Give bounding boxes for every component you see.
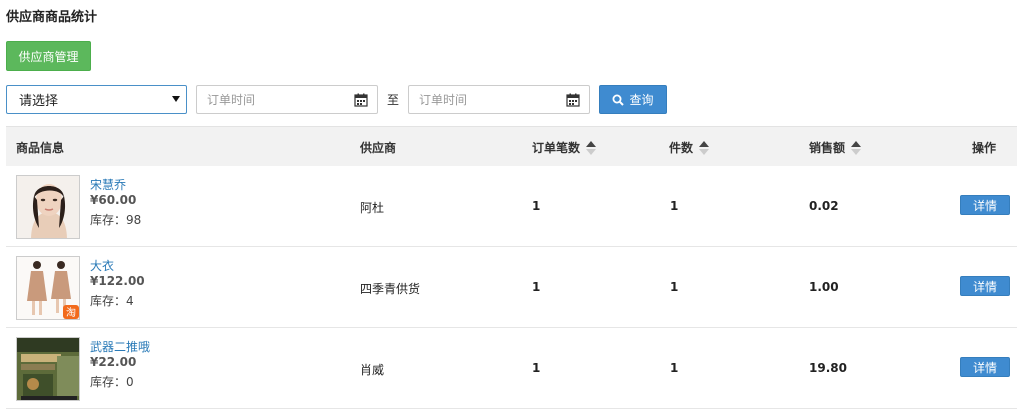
sort-icon[interactable] <box>699 140 710 155</box>
orders-cell: 1 <box>532 280 541 294</box>
header-quantity-label: 件数 <box>669 141 694 155</box>
supplier-select[interactable]: 请选择 <box>6 85 187 114</box>
calendar-icon[interactable] <box>566 93 580 107</box>
header-product: 商品信息 <box>16 139 64 156</box>
header-actions: 操作 <box>972 139 996 156</box>
supplier-cell: 四季青供货 <box>360 282 421 296</box>
header-supplier: 供应商 <box>360 139 396 156</box>
search-button-label: 查询 <box>629 93 654 107</box>
product-price: ¥122.00 <box>90 274 145 288</box>
product-thumbnail[interactable]: 淘 <box>16 256 80 320</box>
product-name-link[interactable]: 大衣 <box>90 257 114 274</box>
product-thumbnail[interactable] <box>16 175 80 239</box>
product-price: ¥22.00 <box>90 355 137 369</box>
table-row: 武器二推哦 ¥22.00 库存：0 肖威 1 1 19.80 详情 <box>6 328 1017 409</box>
product-stock: 库存：4 <box>90 294 134 308</box>
quantity-cell: 1 <box>670 199 679 213</box>
product-price: ¥60.00 <box>90 193 137 207</box>
header-product-label: 商品信息 <box>16 141 65 155</box>
header-actions-label: 操作 <box>972 141 997 155</box>
search-button[interactable]: 查询 <box>599 85 667 114</box>
product-name-link[interactable]: 宋慧乔 <box>90 176 126 193</box>
search-icon <box>612 94 625 106</box>
product-thumbnail[interactable] <box>16 337 80 401</box>
product-name-link[interactable]: 武器二推哦 <box>90 338 150 355</box>
supplier-select-value: 请选择 <box>19 94 59 109</box>
chevron-down-icon <box>172 96 180 102</box>
product-stock: 库存：0 <box>90 375 134 389</box>
orders-cell: 1 <box>532 361 541 375</box>
svg-text:淘: 淘 <box>66 306 76 319</box>
date-to-placeholder: 订单时间 <box>419 93 468 107</box>
header-sales[interactable]: 销售额 <box>809 139 862 156</box>
order-date-to-input[interactable]: 订单时间 <box>408 85 590 114</box>
supplier-cell: 肖威 <box>360 363 385 377</box>
calendar-icon[interactable] <box>354 93 368 107</box>
detail-button[interactable]: 详情 <box>960 276 1010 296</box>
header-supplier-label: 供应商 <box>360 141 397 155</box>
supplier-cell: 阿杜 <box>360 201 385 215</box>
table-row: 淘 大衣 ¥122.00 库存：4 四季青供货 1 1 1.00 详情 <box>6 247 1017 328</box>
sort-icon[interactable] <box>586 140 597 155</box>
date-from-placeholder: 订单时间 <box>207 93 256 107</box>
sales-cell: 19.80 <box>809 361 847 375</box>
table-header: 商品信息 供应商 订单笔数 件数 销售额 操作 <box>6 126 1017 166</box>
sales-cell: 1.00 <box>809 280 839 294</box>
header-sales-label: 销售额 <box>809 141 846 155</box>
table-row: 宋慧乔 ¥60.00 库存：98 阿杜 1 1 0.02 详情 <box>6 166 1017 247</box>
header-orders[interactable]: 订单笔数 <box>532 139 597 156</box>
quantity-cell: 1 <box>670 280 679 294</box>
order-date-from-input[interactable]: 订单时间 <box>196 85 378 114</box>
header-orders-label: 订单笔数 <box>532 141 581 155</box>
sort-icon[interactable] <box>851 140 862 155</box>
sales-cell: 0.02 <box>809 199 839 213</box>
detail-button[interactable]: 详情 <box>960 195 1010 215</box>
product-stock: 库存：98 <box>90 213 142 227</box>
detail-button[interactable]: 详情 <box>960 357 1010 377</box>
quantity-cell: 1 <box>670 361 679 375</box>
orders-cell: 1 <box>532 199 541 213</box>
supplier-manage-button[interactable]: 供应商管理 <box>6 41 91 71</box>
date-range-separator: 至 <box>387 93 400 107</box>
page-title: 供应商商品统计 <box>6 10 98 25</box>
header-quantity[interactable]: 件数 <box>669 139 710 156</box>
